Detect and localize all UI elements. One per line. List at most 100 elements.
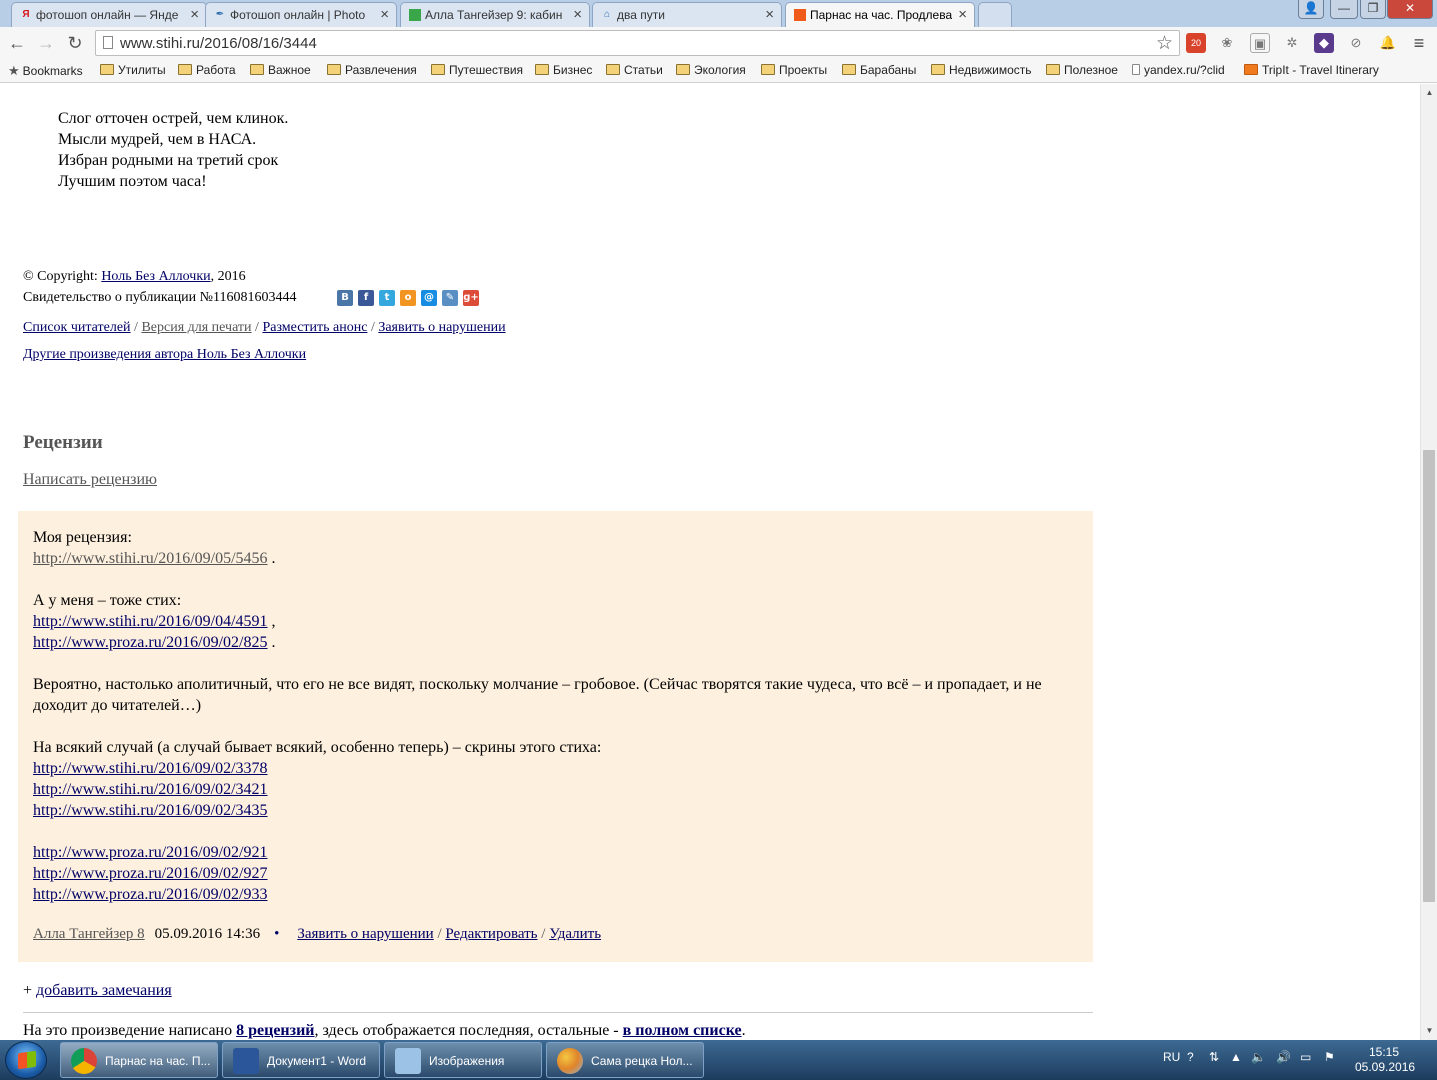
bookmark-folder[interactable]: Проекты: [761, 63, 827, 77]
screenshot-link[interactable]: http://www.proza.ru/2016/09/02/933: [33, 886, 268, 903]
bookmarks-menu[interactable]: ★ Bookmarks: [8, 63, 83, 79]
folder-icon: [676, 64, 690, 75]
color-extension-icon[interactable]: ◆: [1314, 33, 1334, 53]
post-announcement-link[interactable]: Разместить анонс: [262, 320, 367, 335]
bookmark-folder[interactable]: Статьи: [606, 63, 663, 77]
taskbar-word[interactable]: Документ1 - Word: [222, 1042, 380, 1078]
write-review-link[interactable]: Написать рецензию: [23, 471, 157, 488]
paw-extension-icon[interactable]: ❀: [1217, 33, 1237, 53]
report-violation-link[interactable]: Заявить о нарушении: [378, 320, 505, 335]
bookmark-folder[interactable]: Полезное: [1046, 63, 1118, 77]
system-clock[interactable]: 15:15 05.09.2016: [1355, 1045, 1415, 1075]
minimize-button[interactable]: —: [1330, 0, 1358, 19]
tab-parnas-active[interactable]: Парнас на час. Продлева ×: [785, 2, 975, 27]
twitter-share-icon[interactable]: t: [379, 290, 395, 306]
author-link[interactable]: Ноль Без Аллочки: [101, 269, 210, 284]
review-link[interactable]: http://www.stihi.ru/2016/09/05/5456: [33, 550, 268, 567]
bookmark-star-icon[interactable]: ☆: [1156, 32, 1173, 55]
bookmark-tripit[interactable]: TripIt - Travel Itinerary: [1244, 63, 1379, 77]
bookmark-folder[interactable]: Развлечения: [327, 63, 417, 77]
bookmark-folder[interactable]: Недвижимость: [931, 63, 1032, 77]
tab-dva-puti[interactable]: ⌂ два пути ×: [592, 2, 782, 27]
screenshot-link[interactable]: http://www.proza.ru/2016/09/02/927: [33, 865, 268, 882]
poem-text: Слог отточен острей, чем клинок. Мысли м…: [58, 108, 288, 192]
taskbar-paint[interactable]: Сама рецка Нол...: [546, 1042, 704, 1078]
screenshot-link[interactable]: http://www.stihi.ru/2016/09/02/3435: [33, 802, 268, 819]
tab-title: два пути: [617, 8, 665, 22]
scroll-down-arrow-icon[interactable]: ▼: [1421, 1024, 1437, 1038]
review-link[interactable]: http://www.proza.ru/2016/09/02/825: [33, 634, 268, 651]
maximize-button[interactable]: ❐: [1360, 0, 1386, 19]
bell-extension-icon[interactable]: 🔔: [1378, 33, 1398, 53]
close-window-button[interactable]: ✕: [1387, 0, 1433, 19]
review-report-link[interactable]: Заявить о нарушении: [297, 926, 433, 942]
livejournal-share-icon[interactable]: ✎: [442, 290, 458, 306]
taskbar-explorer[interactable]: Изображения: [384, 1042, 542, 1078]
action-center-flag-icon[interactable]: ⚑: [1324, 1050, 1335, 1064]
help-icon[interactable]: ?: [1187, 1050, 1194, 1064]
bookmark-folder[interactable]: Экология: [676, 63, 746, 77]
add-notes-link[interactable]: добавить замечания: [36, 982, 172, 999]
network-icon[interactable]: ▭: [1300, 1050, 1311, 1064]
volume-icon[interactable]: 🔊: [1276, 1050, 1291, 1064]
feather-icon: ✒: [215, 9, 225, 20]
screen-extension-icon[interactable]: ▣: [1250, 33, 1270, 53]
profile-icon[interactable]: 👤: [1298, 0, 1324, 19]
odnoklassniki-share-icon[interactable]: o: [400, 290, 416, 306]
bookmark-folder[interactable]: Путешествия: [431, 63, 523, 77]
reviews-count-link[interactable]: 8 рецензий: [236, 1022, 314, 1039]
googleplus-share-icon[interactable]: g+: [463, 290, 479, 306]
network-activity-icon[interactable]: ⇅: [1209, 1050, 1219, 1064]
review-delete-link[interactable]: Удалить: [549, 926, 601, 942]
scroll-up-arrow-icon[interactable]: ▲: [1421, 86, 1437, 100]
print-version-link[interactable]: Версия для печати: [141, 320, 251, 335]
bookmark-folder[interactable]: Барабаны: [842, 63, 916, 77]
readers-list-link[interactable]: Список читателей: [23, 320, 131, 335]
extension-badge: 20: [1190, 38, 1201, 48]
tab-yandex-photoshop[interactable]: Я фотошоп онлайн — Янде ×: [11, 2, 207, 27]
menu-icon[interactable]: ≡: [1409, 33, 1429, 53]
close-icon[interactable]: ×: [765, 6, 774, 23]
screenshot-link[interactable]: http://www.stihi.ru/2016/09/02/3421: [33, 781, 268, 798]
close-icon[interactable]: ×: [573, 6, 582, 23]
other-works-link[interactable]: Другие произведения автора Ноль Без Алло…: [23, 347, 306, 362]
bookmark-folder[interactable]: Утилиты: [100, 63, 166, 77]
review-link[interactable]: http://www.stihi.ru/2016/09/04/4591: [33, 613, 268, 630]
mailru-share-icon[interactable]: @: [421, 290, 437, 306]
facebook-share-icon[interactable]: f: [358, 290, 374, 306]
reload-icon[interactable]: ↻: [63, 31, 87, 55]
scrollbar-thumb[interactable]: [1423, 450, 1435, 902]
share-buttons: Bf t o @ ✎ g+: [337, 290, 484, 308]
start-button[interactable]: [5, 1041, 47, 1079]
speaker-mute-icon[interactable]: 🔈: [1251, 1050, 1266, 1064]
screenshot-link[interactable]: http://www.proza.ru/2016/09/02/921: [33, 844, 268, 861]
close-icon[interactable]: ×: [190, 6, 199, 23]
show-hidden-icons-icon[interactable]: ▲: [1230, 1050, 1242, 1064]
separator-dot: •: [274, 926, 280, 942]
review-text: Вероятно, настолько аполитичный, что его…: [33, 676, 1042, 714]
taskbar-chrome[interactable]: Парнас на час. П...: [60, 1042, 218, 1078]
back-arrow-icon[interactable]: ←: [5, 31, 29, 55]
screenshot-link[interactable]: http://www.stihi.ru/2016/09/02/3378: [33, 760, 268, 777]
block-extension-icon[interactable]: ⊘: [1346, 33, 1366, 53]
bookmark-folder[interactable]: Бизнес: [535, 63, 592, 77]
address-bar[interactable]: www.stihi.ru/2016/08/16/3444 ☆: [95, 30, 1180, 56]
forward-arrow-icon[interactable]: →: [34, 31, 58, 55]
vk-share-icon[interactable]: B: [337, 290, 353, 306]
close-icon[interactable]: ×: [958, 6, 967, 23]
close-icon[interactable]: ×: [380, 6, 389, 23]
language-indicator[interactable]: RU: [1163, 1050, 1180, 1064]
new-tab-button[interactable]: [978, 2, 1012, 27]
reviews-heading: Рецензии: [23, 432, 103, 453]
bookmark-folder[interactable]: Работа: [178, 63, 236, 77]
review-edit-link[interactable]: Редактировать: [445, 926, 537, 942]
bookmark-yandex[interactable]: yandex.ru/?clid: [1132, 63, 1225, 77]
tab-photoshop-online[interactable]: ✒ Фотошоп онлайн | Photo ×: [205, 2, 397, 27]
vertical-scrollbar[interactable]: ▲ ▼: [1420, 84, 1437, 1040]
bookmark-folder[interactable]: Важное: [250, 63, 311, 77]
todoist-extension-icon[interactable]: 20: [1186, 33, 1206, 53]
full-list-link[interactable]: в полном списке: [623, 1022, 742, 1039]
tab-alla-cabinet[interactable]: Алла Тангейзер 9: кабин ×: [400, 2, 590, 27]
review-author-link[interactable]: Алла Тангейзер 8: [33, 926, 145, 942]
gear-extension-icon[interactable]: ✲: [1282, 33, 1302, 53]
